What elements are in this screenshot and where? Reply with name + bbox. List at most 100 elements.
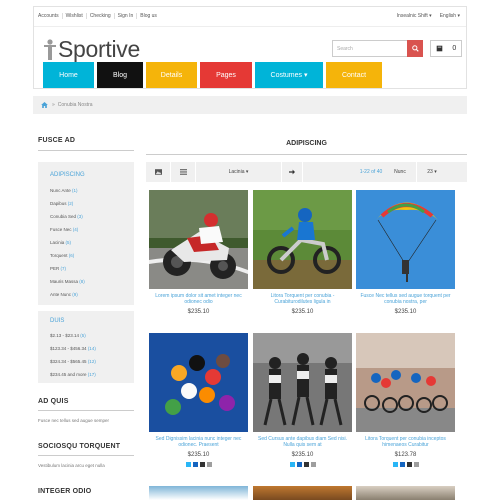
cyclists-image[interactable]	[356, 333, 455, 432]
search-input[interactable]: Search	[332, 40, 408, 57]
product-name[interactable]: Litora Torquent per conubia inceptos him…	[356, 436, 455, 449]
logo[interactable]: Sportive	[43, 35, 140, 61]
cart-button[interactable]: 0	[430, 40, 462, 57]
top-link-wishlist[interactable]: Wishlist	[65, 13, 87, 19]
category-item[interactable]: Lacinia (5)	[50, 239, 85, 252]
divider	[38, 150, 134, 151]
list-icon	[179, 169, 187, 175]
product-name[interactable]: Sed Cursus ante dapibus diam Sed nisi. N…	[253, 436, 352, 449]
price-filter-box: DUIS $2.13 - $23.14 (5) $123.34 - $456.3…	[38, 311, 134, 383]
header: Accounts Wishlist Checking Sign In Blog us I…	[33, 6, 467, 89]
price-range-item[interactable]: $234.45 and more (17)	[50, 371, 96, 384]
color-swatch[interactable]	[413, 462, 419, 467]
product-image-partial[interactable]	[149, 486, 248, 500]
nav-details[interactable]: Details	[146, 62, 197, 88]
product-card[interactable]: Litora Torquent per conubia - Curabituro…	[253, 190, 352, 315]
home-icon[interactable]	[41, 102, 48, 108]
nav-blog[interactable]: Blog	[97, 62, 143, 88]
search-icon	[411, 45, 419, 52]
product-price: $235.10	[187, 452, 210, 458]
logo-figure-icon	[44, 39, 56, 60]
color-swatch[interactable]	[185, 462, 191, 467]
category-item[interactable]: Fusce Nec (4)	[50, 226, 85, 239]
arrow-right-icon	[289, 169, 295, 175]
top-link-signin[interactable]: Sign In	[117, 13, 138, 19]
product-card[interactable]: Fusce Nec tellus sed augue torquent per …	[356, 190, 455, 315]
category-item[interactable]: PER (7)	[50, 265, 85, 278]
top-link-checking[interactable]: Checking	[89, 13, 115, 19]
dirt-bike-image[interactable]	[253, 190, 352, 289]
billiards-image[interactable]	[149, 333, 248, 432]
category-item[interactable]: Mauris Massa (8)	[50, 278, 85, 291]
product-name[interactable]: Litora Torquent per conubia - Curabituro…	[253, 293, 352, 306]
top-link-blog[interactable]: Blog us	[140, 13, 160, 19]
product-card[interactable]: Sed Cursus ante dapibus diam Sed nisi. N…	[253, 333, 352, 467]
list-view-button[interactable]	[171, 162, 195, 182]
category-item[interactable]: Nunc Ante (1)	[50, 187, 85, 200]
divider	[302, 162, 303, 182]
color-swatch[interactable]	[310, 462, 316, 467]
color-swatches	[356, 462, 455, 467]
color-swatch[interactable]	[392, 462, 398, 467]
product-name[interactable]: Sed Dignissim lacinia nunc integer nec o…	[149, 436, 248, 449]
nav-contact[interactable]: Contact	[326, 62, 382, 88]
divider	[38, 455, 134, 456]
category-list: Nunc Ante (1) Dapibus (2) Conubia Sed (3…	[50, 187, 85, 304]
color-swatch[interactable]	[296, 462, 302, 467]
divider	[38, 410, 134, 411]
color-swatch[interactable]	[406, 462, 412, 467]
price-range-item[interactable]: $123.34 - $456.34 (14)	[50, 345, 96, 358]
price-range-item[interactable]: $2.13 - $23.14 (5)	[50, 332, 96, 345]
product-image-partial[interactable]	[253, 486, 352, 500]
color-swatch[interactable]	[399, 462, 405, 467]
results-count: 1-22 of 40	[359, 169, 383, 175]
color-swatch[interactable]	[289, 462, 295, 467]
divider	[146, 154, 467, 155]
currency-select[interactable]: Insealnic Shift ▾	[397, 13, 432, 19]
category-item[interactable]: Conubia Sed (3)	[50, 213, 85, 226]
product-name[interactable]: Fusce Nec tellus sed augue torquent per …	[356, 293, 455, 306]
nav-home[interactable]: Home	[43, 62, 94, 88]
product-price: $235.10	[291, 309, 314, 315]
top-link-accounts[interactable]: Accounts	[38, 13, 63, 19]
runners-image[interactable]	[253, 333, 352, 432]
product-card[interactable]: Lorem ipsum dolor sit amet integer nec o…	[149, 190, 248, 315]
color-swatch[interactable]	[206, 462, 212, 467]
top-bar: Accounts Wishlist Checking Sign In Blog us I…	[34, 7, 466, 27]
color-swatches	[253, 462, 352, 467]
cart-count: 0	[452, 45, 457, 52]
language-select[interactable]: English ▾	[440, 13, 460, 19]
image-grid-icon	[154, 169, 162, 175]
search-button[interactable]	[407, 40, 423, 57]
color-swatch[interactable]	[192, 462, 198, 467]
product-name[interactable]: Lorem ipsum dolor sit amet integer nec o…	[149, 293, 248, 306]
product-card[interactable]: Sed Dignissim lacinia nunc integer nec o…	[149, 333, 248, 467]
motorcycle-racer-image[interactable]	[149, 190, 248, 289]
product-card[interactable]: Litora Torquent per conubia inceptos him…	[356, 333, 455, 467]
grid-view-button[interactable]	[146, 162, 170, 182]
sort-select[interactable]: Lacinia ▾	[196, 162, 281, 182]
cart-icon	[436, 45, 443, 52]
product-price: $235.10	[394, 309, 417, 315]
color-swatch[interactable]	[303, 462, 309, 467]
breadcrumb-current[interactable]: Conubia Nostra	[58, 102, 93, 108]
product-price: $123.78	[394, 452, 417, 458]
parachute-image[interactable]	[356, 190, 455, 289]
price-list: $2.13 - $23.14 (5) $123.34 - $456.34 (14…	[50, 332, 96, 384]
product-price: $235.10	[187, 309, 210, 315]
price-range-item[interactable]: $324.34 - $565.45 (12)	[50, 358, 96, 371]
category-item[interactable]: Dapibus (2)	[50, 200, 85, 213]
sort-direction-button[interactable]	[282, 162, 302, 182]
per-page-label: Nunc	[394, 169, 406, 175]
nav-costumes[interactable]: Costumes ▾	[255, 62, 323, 88]
category-item[interactable]: Torquent (6)	[50, 252, 85, 265]
color-swatch[interactable]	[199, 462, 205, 467]
listing-toolbar: Lacinia ▾ 1-22 of 40 Nunc 23 ▾	[146, 162, 467, 182]
product-image-partial[interactable]	[356, 486, 455, 500]
top-links: Accounts Wishlist Checking Sign In Blog us	[38, 13, 163, 19]
sidebar-heading-sociosqu: SOCIOSQU TORQUENT	[38, 443, 121, 450]
category-item[interactable]: Ante Nunc (9)	[50, 291, 85, 304]
sidebar-heading-integer-odio: INTEGER ODIO	[38, 488, 92, 495]
nav-pages[interactable]: Pages	[200, 62, 252, 88]
per-page-select[interactable]: 23 ▾	[417, 162, 447, 182]
